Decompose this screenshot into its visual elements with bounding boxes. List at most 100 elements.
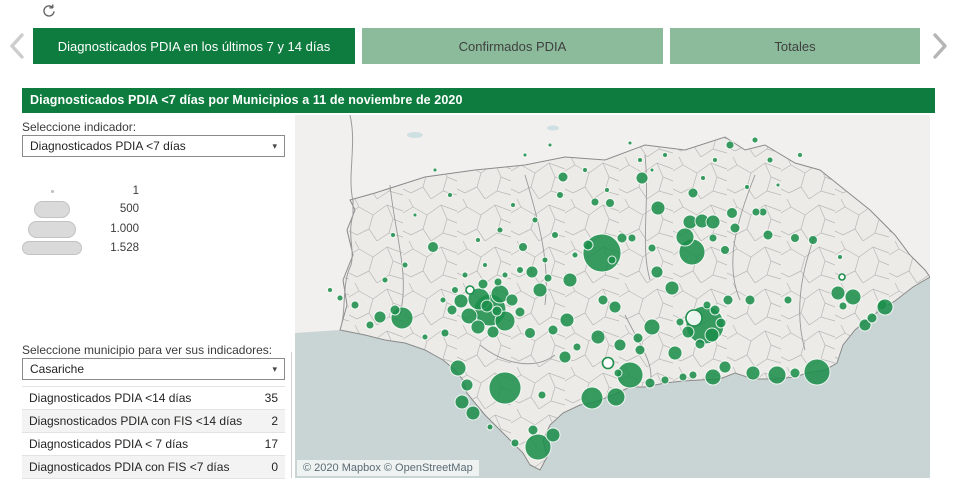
map-bubble[interactable]	[766, 156, 774, 164]
map-bubble[interactable]	[643, 318, 661, 336]
map-bubble[interactable]	[514, 306, 526, 318]
map-bubble[interactable]	[505, 293, 519, 307]
map-bubble[interactable]	[803, 358, 831, 386]
indicator-dropdown[interactable]: Diagnosticados PDIA <7 días ▾	[22, 135, 285, 157]
map-bubble[interactable]	[440, 328, 450, 338]
map-bubble[interactable]	[477, 278, 489, 290]
map-bubble[interactable]	[708, 233, 718, 243]
map-bubble[interactable]	[751, 207, 761, 217]
map-bubble[interactable]	[465, 405, 481, 421]
map-bubble[interactable]	[712, 157, 718, 163]
map-bubble[interactable]	[662, 152, 668, 158]
map-bubble[interactable]	[460, 378, 474, 392]
map-bubble[interactable]	[627, 140, 633, 146]
map-bubble[interactable]	[525, 265, 539, 279]
map-bubble[interactable]	[518, 242, 528, 252]
map-bubble[interactable]	[470, 319, 486, 335]
map-bubble[interactable]	[830, 285, 846, 301]
map-bubble[interactable]	[390, 232, 396, 238]
map-bubble[interactable]	[482, 262, 488, 268]
table-row[interactable]: Diagnosticados PDIA con FIS <7 días 0	[22, 456, 285, 479]
map-bubble[interactable]	[775, 182, 781, 188]
table-row[interactable]: Diagnosticados PDIA < 7 días 17	[22, 433, 285, 456]
map-bubble[interactable]	[608, 300, 622, 314]
map-bubble[interactable]	[551, 231, 559, 239]
map-bubble[interactable]	[606, 387, 626, 407]
map-bubble[interactable]	[446, 304, 458, 316]
map-bubble[interactable]	[580, 386, 604, 410]
map-bubble[interactable]	[632, 332, 644, 344]
map-bubble[interactable]	[681, 325, 695, 339]
map-bubble[interactable]	[702, 300, 712, 310]
map-bubble[interactable]	[660, 375, 670, 385]
map-bubble[interactable]	[705, 214, 721, 230]
map-bubble[interactable]	[751, 136, 759, 144]
map-bubble[interactable]	[486, 325, 500, 339]
map-bubble[interactable]	[607, 255, 617, 265]
map-bubble[interactable]	[486, 423, 494, 431]
map-bubble[interactable]	[649, 167, 655, 173]
map-bubble[interactable]	[557, 171, 569, 183]
map-bubble[interactable]	[531, 216, 539, 224]
map-bubble[interactable]	[590, 329, 606, 345]
map-bubble[interactable]	[720, 245, 730, 255]
map-bubble[interactable]	[373, 310, 387, 324]
map-bubble[interactable]	[605, 198, 615, 208]
map-bubble[interactable]	[650, 265, 664, 279]
map-bubble[interactable]	[675, 317, 685, 327]
map-bubble[interactable]	[790, 233, 800, 243]
map-bubble[interactable]	[837, 254, 843, 260]
map-bubble[interactable]	[664, 280, 680, 296]
map-bubble[interactable]	[427, 241, 439, 253]
map-bubble[interactable]	[527, 424, 539, 436]
map-bubble[interactable]	[866, 312, 878, 324]
map-bubble[interactable]	[572, 342, 582, 352]
map-bubble[interactable]	[401, 261, 409, 269]
map-bubble[interactable]	[797, 152, 803, 158]
municipio-dropdown[interactable]: Casariche ▾	[22, 358, 285, 380]
map-bubble[interactable]	[447, 192, 453, 198]
map-bubble[interactable]	[547, 142, 553, 148]
map-bubble[interactable]	[783, 295, 793, 305]
map-bubble[interactable]	[687, 187, 699, 199]
map-bubble[interactable]	[562, 272, 578, 288]
map-bubble[interactable]	[559, 312, 575, 328]
map-bubble[interactable]	[510, 438, 520, 448]
map-bubble[interactable]	[644, 377, 656, 389]
map-bubble[interactable]	[647, 243, 657, 253]
map-bubble[interactable]	[545, 427, 561, 443]
map-bubble[interactable]	[558, 350, 572, 364]
map-bubble[interactable]	[451, 286, 459, 294]
map-bubble[interactable]	[522, 152, 528, 158]
map-bubble[interactable]	[808, 235, 818, 245]
map-bubble[interactable]	[582, 239, 594, 251]
map-bubble[interactable]	[634, 344, 646, 356]
page-tab-0[interactable]: Diagnosticados PDIA en los últimos 7 y 1…	[33, 28, 355, 64]
map-bubble[interactable]	[582, 167, 588, 173]
map-bubble[interactable]	[722, 294, 734, 306]
refresh-icon[interactable]	[40, 2, 58, 20]
map-bubble[interactable]	[389, 304, 401, 316]
map-bubble[interactable]	[532, 282, 548, 298]
map-bubble[interactable]	[844, 288, 862, 306]
map-bubble[interactable]	[745, 365, 761, 381]
map-bubble[interactable]	[336, 294, 344, 302]
map-bubble[interactable]	[709, 304, 721, 316]
map-bubble[interactable]	[718, 360, 732, 374]
next-page-chevron-icon[interactable]	[926, 30, 952, 62]
map-bubble[interactable]	[704, 327, 720, 343]
map-bubble[interactable]	[762, 229, 774, 241]
map-bubble[interactable]	[491, 305, 503, 317]
map-bubble[interactable]	[767, 365, 787, 385]
map-bubble[interactable]	[454, 394, 470, 410]
map-bubble[interactable]	[675, 227, 695, 247]
map-bubble[interactable]	[604, 187, 610, 193]
map-bubble[interactable]	[613, 368, 623, 378]
map-bubble[interactable]	[421, 333, 429, 341]
map-bubble[interactable]	[327, 287, 333, 293]
map-bubble[interactable]	[637, 157, 643, 163]
map-bubble[interactable]	[493, 277, 503, 287]
table-scrollbar[interactable]	[291, 352, 292, 478]
map-bubble[interactable]	[688, 370, 698, 380]
map-bubble[interactable]	[744, 294, 756, 306]
